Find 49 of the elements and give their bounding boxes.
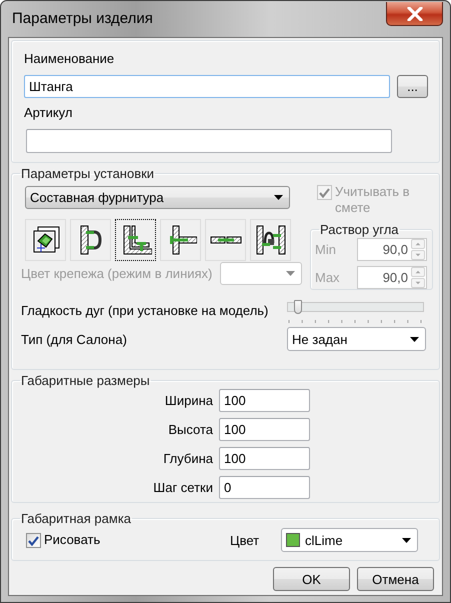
- draw-checkbox[interactable]: Рисовать: [26, 532, 100, 548]
- fitting-type-dropdown[interactable]: Составная фурнитура: [25, 186, 290, 209]
- spin-down-icon[interactable]: [411, 250, 425, 260]
- window-title: Параметры изделия: [11, 9, 153, 27]
- ok-button[interactable]: OK: [273, 567, 350, 591]
- spin-label: Min: [314, 242, 337, 257]
- section-title: Раствор угла: [319, 222, 400, 237]
- field-label: Артикул: [24, 105, 72, 120]
- dimension-field[interactable]: 100: [219, 418, 310, 441]
- field-label: Тип (для Салона): [21, 332, 127, 346]
- browse-button[interactable]: ...: [397, 75, 428, 98]
- spin-up-icon[interactable]: [411, 239, 425, 249]
- check-icon: [28, 536, 39, 546]
- check-icon: [319, 188, 330, 198]
- checkbox-box[interactable]: [26, 533, 41, 548]
- field-label: Наименование: [24, 51, 114, 66]
- joint-type-button[interactable]: [115, 219, 156, 261]
- article-field[interactable]: [26, 129, 392, 153]
- dimension-field[interactable]: 100: [219, 447, 310, 470]
- salon-type-dropdown[interactable]: Не задан: [287, 327, 426, 351]
- close-button[interactable]: [386, 2, 443, 26]
- name-field[interactable]: Штанга: [24, 75, 390, 98]
- dropdown-arrow-icon: [410, 336, 419, 342]
- section-title: Габаритная рамка: [20, 511, 132, 526]
- dropdown-arrow-icon: [274, 195, 283, 200]
- spin-up-icon[interactable]: [411, 267, 425, 277]
- fastener-color-dropdown[interactable]: [220, 262, 302, 285]
- field-label: Глубина: [163, 451, 213, 466]
- spin-label: Max: [314, 270, 341, 285]
- spin-down-icon[interactable]: [411, 278, 425, 288]
- field-label: Шаг сетки: [153, 480, 213, 495]
- slider-thumb[interactable]: [294, 300, 302, 314]
- section-title: Габаритные размеры: [20, 373, 151, 388]
- dropdown-arrow-icon: [286, 271, 295, 276]
- field-label: Цвет крепежа (режим в линиях): [21, 266, 212, 281]
- field-label: Ширина: [164, 393, 213, 408]
- close-icon: [406, 6, 422, 20]
- field-label: Цвет: [230, 532, 260, 548]
- dimension-field[interactable]: 0: [219, 476, 310, 499]
- frame-color-dropdown[interactable]: clLime: [281, 528, 418, 552]
- slider-track[interactable]: [287, 302, 424, 312]
- field-label: Гладкость дуг (при установке на модель): [21, 302, 268, 318]
- field-label: Высота: [168, 422, 213, 437]
- inline-joint-icon: [210, 236, 242, 244]
- dropdown-arrow-icon: [402, 538, 411, 542]
- dimension-field[interactable]: 100: [219, 389, 310, 412]
- cancel-button[interactable]: Отмена: [357, 567, 434, 591]
- double-joint-icon: [254, 225, 286, 255]
- section-title: Параметры установки: [20, 166, 156, 181]
